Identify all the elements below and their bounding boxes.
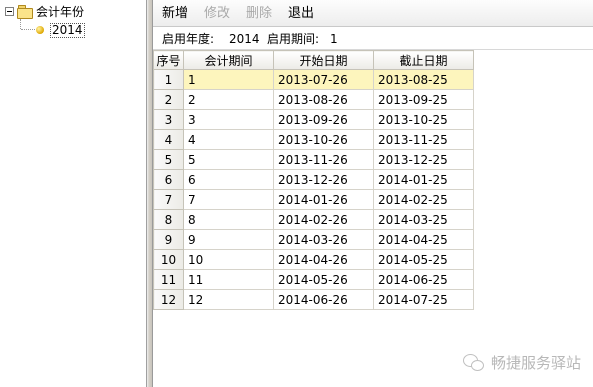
table-row[interactable]: 8 8 2014-02-26 2014-03-25 — [153, 209, 474, 230]
table-row[interactable]: 11 11 2014-05-26 2014-06-25 — [153, 269, 474, 290]
add-button[interactable]: 新增 — [162, 6, 188, 22]
row-index-cell[interactable]: 7 — [153, 189, 184, 210]
edit-button[interactable]: 修改 — [204, 6, 230, 22]
period-grid-area: 序号 会计期间 开始日期 截止日期 1 1 2013-07-26 2013-08-25… — [153, 50, 593, 387]
column-header-index[interactable]: 序号 — [153, 50, 184, 70]
start-date-cell[interactable]: 2014-03-26 — [273, 229, 374, 250]
grid-body: 1 1 2013-07-26 2013-08-25 2 2 2013-08-26 2013-0… — [153, 69, 474, 310]
table-row[interactable]: 9 9 2014-03-26 2014-04-25 — [153, 229, 474, 250]
period-cell[interactable]: 8 — [183, 209, 274, 230]
start-date-cell[interactable]: 2013-10-26 — [273, 129, 374, 150]
tree-connector — [20, 19, 21, 29]
start-period-label: 启用期间: — [267, 32, 320, 46]
start-date-cell[interactable]: 2013-11-26 — [273, 149, 374, 170]
start-year-label: 启用年度: — [162, 32, 215, 46]
collapse-icon[interactable] — [5, 6, 14, 16]
end-date-cell[interactable]: 2013-11-25 — [373, 129, 474, 150]
row-index-cell[interactable]: 11 — [153, 269, 184, 290]
period-panel: 新增 修改 删除 退出 启用年度: 2014 启用期间: 1 序号 会计期间 开… — [153, 0, 593, 387]
watermark-text: 畅捷服务驿站 — [490, 354, 581, 372]
row-index-cell[interactable]: 12 — [153, 289, 184, 310]
row-index-cell[interactable]: 2 — [153, 89, 184, 110]
end-date-cell[interactable]: 2014-01-25 — [373, 169, 474, 190]
start-period-value: 1 — [330, 32, 338, 46]
tree-connector — [21, 29, 35, 30]
end-date-cell[interactable]: 2014-04-25 — [373, 229, 474, 250]
table-row[interactable]: 1 1 2013-07-26 2013-08-25 — [153, 69, 474, 90]
row-index-cell[interactable]: 1 — [153, 69, 184, 90]
table-row[interactable]: 3 3 2013-09-26 2013-10-25 — [153, 109, 474, 130]
account-year-tree[interactable]: 会计年份 2014 — [0, 0, 147, 387]
start-date-cell[interactable]: 2013-09-26 — [273, 109, 374, 130]
table-row[interactable]: 12 12 2014-06-26 2014-07-25 — [153, 289, 474, 310]
tree-node-account-year[interactable]: 会计年份 — [5, 3, 84, 19]
info-bar: 启用年度: 2014 启用期间: 1 — [153, 27, 593, 50]
row-index-cell[interactable]: 5 — [153, 149, 184, 170]
column-header-period[interactable]: 会计期间 — [183, 50, 274, 70]
watermark: 畅捷服务驿站 — [462, 352, 581, 373]
period-cell[interactable]: 6 — [183, 169, 274, 190]
period-grid: 序号 会计期间 开始日期 截止日期 1 1 2013-07-26 2013-08-25… — [153, 50, 474, 310]
toolbar: 新增 修改 删除 退出 — [153, 0, 593, 27]
table-row[interactable]: 2 2 2013-08-26 2013-09-25 — [153, 89, 474, 110]
period-cell[interactable]: 10 — [183, 249, 274, 270]
table-row[interactable]: 7 7 2014-01-26 2014-02-25 — [153, 189, 474, 210]
table-row[interactable]: 6 6 2013-12-26 2014-01-25 — [153, 169, 474, 190]
start-date-cell[interactable]: 2014-06-26 — [273, 289, 374, 310]
period-cell[interactable]: 5 — [183, 149, 274, 170]
period-cell[interactable]: 7 — [183, 189, 274, 210]
start-date-cell[interactable]: 2014-02-26 — [273, 209, 374, 230]
period-cell[interactable]: 12 — [183, 289, 274, 310]
end-date-cell[interactable]: 2013-08-25 — [373, 69, 474, 90]
column-header-end-date[interactable]: 截止日期 — [373, 50, 474, 70]
wechat-icon — [462, 353, 485, 372]
start-date-cell[interactable]: 2013-07-26 — [273, 69, 374, 90]
column-header-start-date[interactable]: 开始日期 — [273, 50, 374, 70]
table-row[interactable]: 10 10 2014-04-26 2014-05-25 — [153, 249, 474, 270]
end-date-cell[interactable]: 2013-09-25 — [373, 89, 474, 110]
row-index-cell[interactable]: 4 — [153, 129, 184, 150]
start-date-cell[interactable]: 2013-12-26 — [273, 169, 374, 190]
period-cell[interactable]: 9 — [183, 229, 274, 250]
row-index-cell[interactable]: 3 — [153, 109, 184, 130]
period-cell[interactable]: 2 — [183, 89, 274, 110]
start-date-cell[interactable]: 2014-04-26 — [273, 249, 374, 270]
start-year-value: 2014 — [229, 32, 260, 46]
row-index-cell[interactable]: 8 — [153, 209, 184, 230]
row-index-cell[interactable]: 10 — [153, 249, 184, 270]
period-cell[interactable]: 1 — [183, 69, 274, 90]
table-row[interactable]: 5 5 2013-11-26 2013-12-25 — [153, 149, 474, 170]
delete-button[interactable]: 删除 — [246, 6, 272, 22]
year-node-icon — [36, 26, 44, 34]
period-cell[interactable]: 4 — [183, 129, 274, 150]
tree-node-year-2014[interactable]: 2014 — [36, 22, 85, 38]
end-date-cell[interactable]: 2013-10-25 — [373, 109, 474, 130]
start-date-cell[interactable]: 2014-01-26 — [273, 189, 374, 210]
start-date-cell[interactable]: 2013-08-26 — [273, 89, 374, 110]
period-cell[interactable]: 3 — [183, 109, 274, 130]
exit-button[interactable]: 退出 — [288, 6, 314, 22]
end-date-cell[interactable]: 2014-06-25 — [373, 269, 474, 290]
start-date-cell[interactable]: 2014-05-26 — [273, 269, 374, 290]
tree-node-label[interactable]: 会计年份 — [36, 3, 84, 20]
row-index-cell[interactable]: 9 — [153, 229, 184, 250]
end-date-cell[interactable]: 2014-02-25 — [373, 189, 474, 210]
end-date-cell[interactable]: 2014-05-25 — [373, 249, 474, 270]
period-cell[interactable]: 11 — [183, 269, 274, 290]
grid-header-row: 序号 会计期间 开始日期 截止日期 — [153, 50, 474, 70]
table-row[interactable]: 4 4 2013-10-26 2013-11-25 — [153, 129, 474, 150]
end-date-cell[interactable]: 2014-07-25 — [373, 289, 474, 310]
row-index-cell[interactable]: 6 — [153, 169, 184, 190]
folder-open-icon — [17, 4, 33, 19]
tree-node-label[interactable]: 2014 — [50, 22, 85, 38]
end-date-cell[interactable]: 2013-12-25 — [373, 149, 474, 170]
end-date-cell[interactable]: 2014-03-25 — [373, 209, 474, 230]
